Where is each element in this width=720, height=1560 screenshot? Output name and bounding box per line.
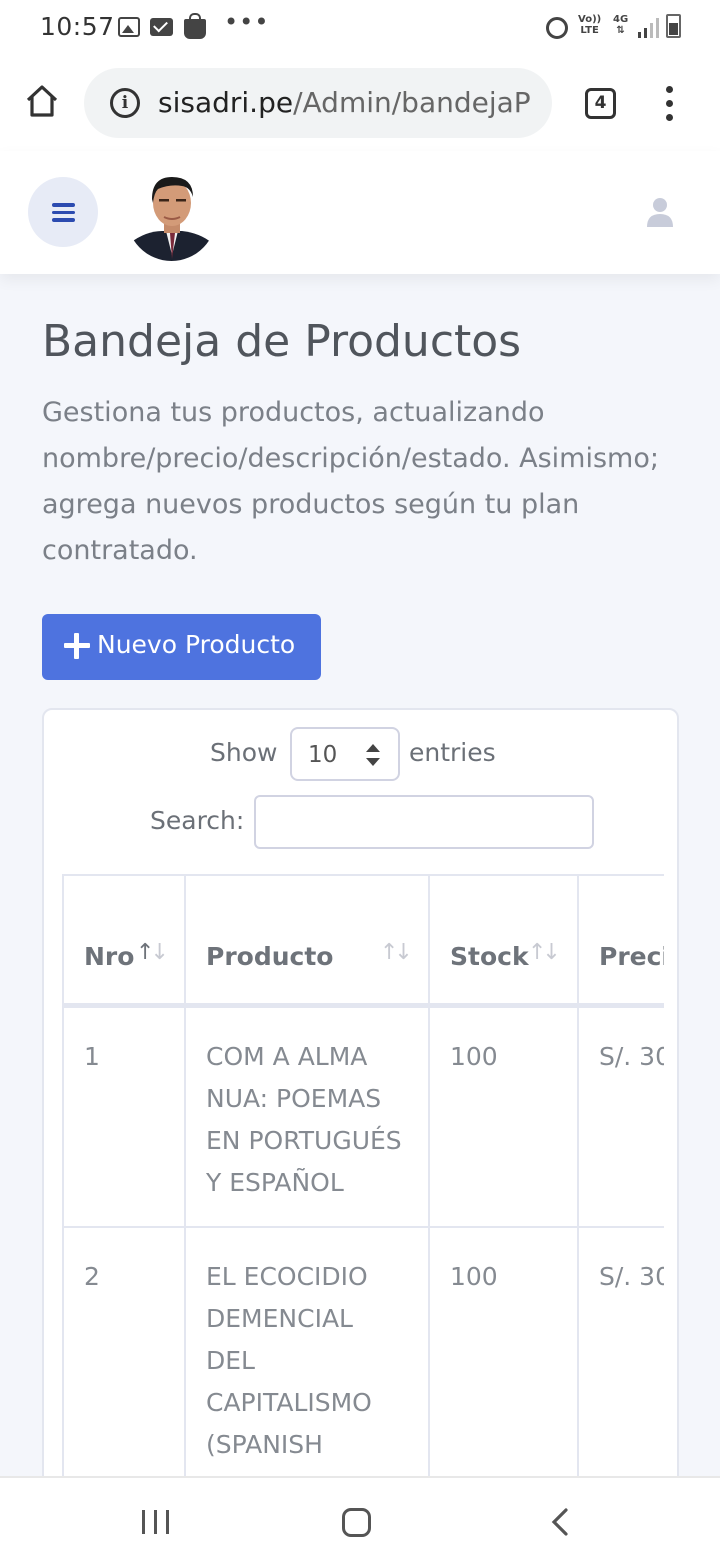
- column-header-nro[interactable]: Nro ↑↓: [62, 874, 186, 1008]
- shopping-bag-icon: [184, 13, 206, 39]
- plus-icon: [64, 633, 90, 659]
- url-host: sisadri.pe: [158, 86, 294, 119]
- more-dots-icon: •••: [224, 8, 270, 36]
- page-title: Bandeja de Productos: [42, 316, 522, 367]
- browser-toolbar: i sisadri.pe/Admin/bandejaP 4: [0, 56, 720, 151]
- column-header-label: Producto: [206, 942, 334, 971]
- column-header-label: Nro: [84, 942, 135, 971]
- back-icon[interactable]: [550, 1508, 570, 1536]
- table-row: 1 COM A ALMA NUA: POEMAS EN PORTUGUÉS Y …: [62, 1004, 664, 1228]
- cell-precio: S/. 30: [577, 1004, 664, 1228]
- search-label: Search:: [150, 806, 245, 835]
- overflow-menu-icon[interactable]: [663, 86, 677, 122]
- status-time: 10:57: [40, 12, 115, 41]
- battery-icon: [666, 14, 681, 38]
- volte-indicator: Vo)) LTE: [578, 14, 602, 36]
- system-nav-bar: [0, 1476, 720, 1560]
- alarm-icon: [546, 17, 568, 39]
- cell-producto: COM A ALMA NUA: POEMAS EN PORTUGUÉS Y ES…: [184, 1004, 430, 1228]
- entries-label: entries: [409, 738, 496, 767]
- home-circle-icon[interactable]: [342, 1508, 371, 1537]
- cell-stock: 100: [428, 1225, 579, 1490]
- user-icon[interactable]: [646, 197, 674, 227]
- sort-icon: ↑↓: [136, 940, 169, 965]
- page-description: Gestiona tus productos, actualizando nom…: [42, 397, 659, 566]
- cell-nro: 1: [62, 1004, 186, 1228]
- cell-precio: S/. 30: [577, 1225, 664, 1490]
- products-table: Nro ↑↓ Producto ↑↓ Stock ↑↓ Preci 1 COM A A…: [62, 874, 664, 1490]
- cell-stock: 100: [428, 1004, 579, 1228]
- gallery-icon: [118, 17, 140, 37]
- column-header-label: Stock: [450, 942, 529, 971]
- sort-icon: ↑↓: [380, 940, 413, 965]
- table-header-row: Nro ↑↓ Producto ↑↓ Stock ↑↓ Preci: [62, 874, 664, 1008]
- network-type: 4G ⇅: [613, 14, 629, 36]
- url-text[interactable]: sisadri.pe/Admin/bandejaP: [158, 86, 531, 119]
- mail-icon: [150, 18, 173, 36]
- show-label: Show: [210, 738, 278, 767]
- recent-apps-icon[interactable]: [142, 1510, 170, 1534]
- table-scroll-container[interactable]: Nro ↑↓ Producto ↑↓ Stock ↑↓ Preci 1 COM A A…: [62, 874, 664, 1526]
- new-product-button[interactable]: Nuevo Producto: [42, 614, 321, 680]
- tabs-icon[interactable]: 4: [585, 88, 616, 119]
- cell-producto: EL ECOCIDIO DEMENCIAL DEL CAPITALISMO (S…: [184, 1225, 430, 1490]
- url-path: /Admin/bandejaP: [293, 86, 531, 119]
- search-input[interactable]: [254, 795, 594, 849]
- signal-icon: [636, 18, 659, 38]
- page-length-select[interactable]: 10: [290, 727, 400, 781]
- column-header-stock[interactable]: Stock ↑↓: [428, 874, 579, 1008]
- cell-nro: 2: [62, 1225, 186, 1490]
- products-table-card: Show 10 entries Search: Nro ↑↓ Producto ↑↓…: [42, 708, 679, 1528]
- status-bar: 10:57 ••• Vo)) LTE 4G ⇅: [0, 0, 720, 56]
- sort-icon: ↑↓: [528, 940, 561, 965]
- app-header: [0, 151, 720, 274]
- column-header-producto[interactable]: Producto ↑↓: [184, 874, 430, 1008]
- new-product-label: Nuevo Producto: [97, 630, 296, 659]
- address-bar[interactable]: i sisadri.pe/Admin/bandejaP: [84, 68, 552, 138]
- column-header-precio[interactable]: Preci: [577, 874, 664, 1008]
- select-arrows-icon: [366, 744, 380, 766]
- page-length-value: 10: [308, 742, 338, 768]
- avatar[interactable]: [126, 167, 217, 261]
- info-icon[interactable]: i: [110, 88, 140, 118]
- column-header-label: Preci: [599, 942, 664, 971]
- table-row: 2 EL ECOCIDIO DEMENCIAL DEL CAPITALISMO …: [62, 1225, 664, 1490]
- hamburger-icon[interactable]: [28, 177, 98, 247]
- home-icon[interactable]: [24, 83, 60, 119]
